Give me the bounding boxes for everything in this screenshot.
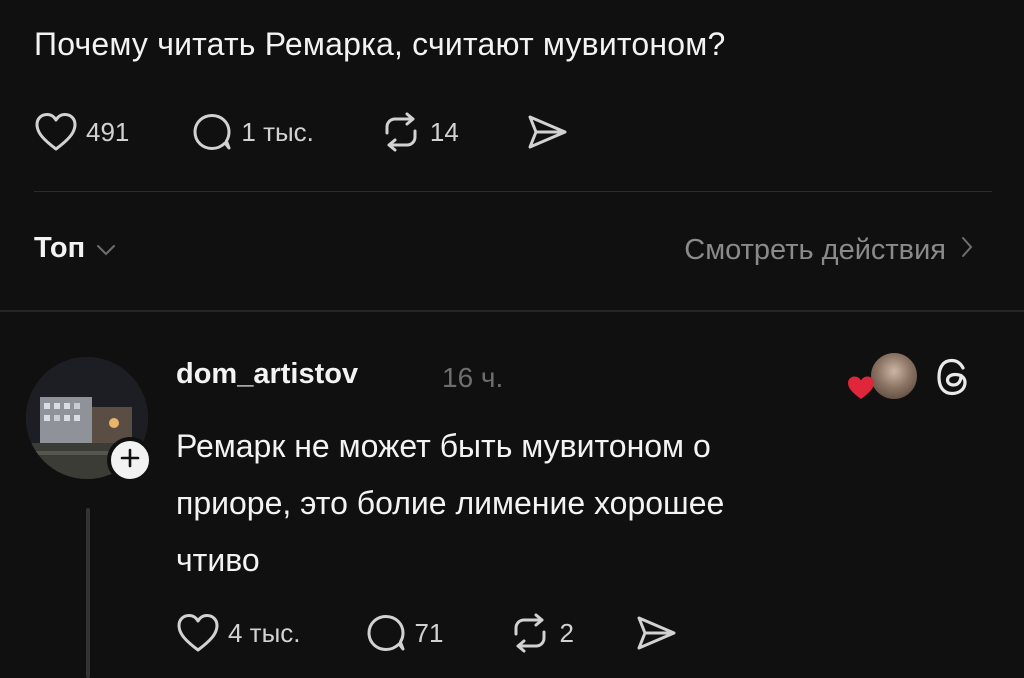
repost-icon — [509, 613, 551, 653]
reply-line: чтиво — [176, 542, 260, 578]
view-activity-link[interactable]: Смотреть действия — [684, 234, 974, 267]
reply-text: Ремарк не может быть мувитоном о приоре,… — [176, 418, 916, 589]
sort-dropdown[interactable]: Топ — [34, 232, 117, 265]
comment-count: 71 — [414, 617, 444, 648]
reply-line: Ремарк не может быть мувитоном о — [176, 428, 711, 464]
repost-icon — [380, 112, 422, 152]
view-activity-label: Смотреть действия — [684, 234, 946, 266]
repost-count: 14 — [429, 116, 459, 147]
share-button[interactable] — [525, 112, 569, 152]
comment-icon — [191, 112, 233, 152]
post-text: Почему читать Ремарка, считают мувитоном… — [34, 26, 726, 62]
repost-count: 2 — [559, 617, 574, 648]
timestamp: 16 ч. — [442, 362, 504, 393]
comment-button[interactable]: 1 тыс. — [191, 112, 314, 152]
reply-line: приоре, это болие лимение хорошее — [176, 485, 725, 521]
heart-icon — [176, 613, 220, 653]
share-icon — [634, 613, 678, 653]
repost-button[interactable]: 14 — [380, 112, 459, 152]
heart-icon — [846, 375, 876, 406]
like-button[interactable]: 4 тыс. — [176, 613, 301, 653]
like-count: 491 — [86, 116, 130, 147]
chevron-right-icon — [946, 234, 974, 267]
thread-line — [86, 508, 90, 678]
chevron-down-icon — [85, 232, 117, 265]
share-icon — [525, 112, 569, 152]
section-divider — [0, 310, 1024, 312]
thread-page: Почему читать Ремарка, считают мувитоном… — [0, 0, 1024, 678]
comment-button[interactable]: 71 — [365, 613, 444, 653]
share-button[interactable] — [634, 613, 678, 653]
username[interactable]: dom_artistov — [176, 358, 358, 391]
comment-count: 1 тыс. — [241, 116, 314, 147]
like-button[interactable]: 491 — [34, 112, 129, 152]
sort-label: Топ — [34, 232, 86, 264]
reply-actions: 4 тыс. 71 2 — [176, 613, 678, 653]
divider — [34, 191, 992, 192]
repost-button[interactable]: 2 — [509, 613, 574, 653]
comment-icon — [365, 613, 407, 653]
plus-icon — [119, 447, 141, 474]
heart-icon — [34, 112, 78, 152]
post-actions: 491 1 тыс. 14 — [34, 112, 569, 152]
like-count: 4 тыс. — [228, 617, 301, 648]
threads-icon[interactable] — [934, 356, 974, 403]
follow-button[interactable] — [107, 437, 153, 483]
